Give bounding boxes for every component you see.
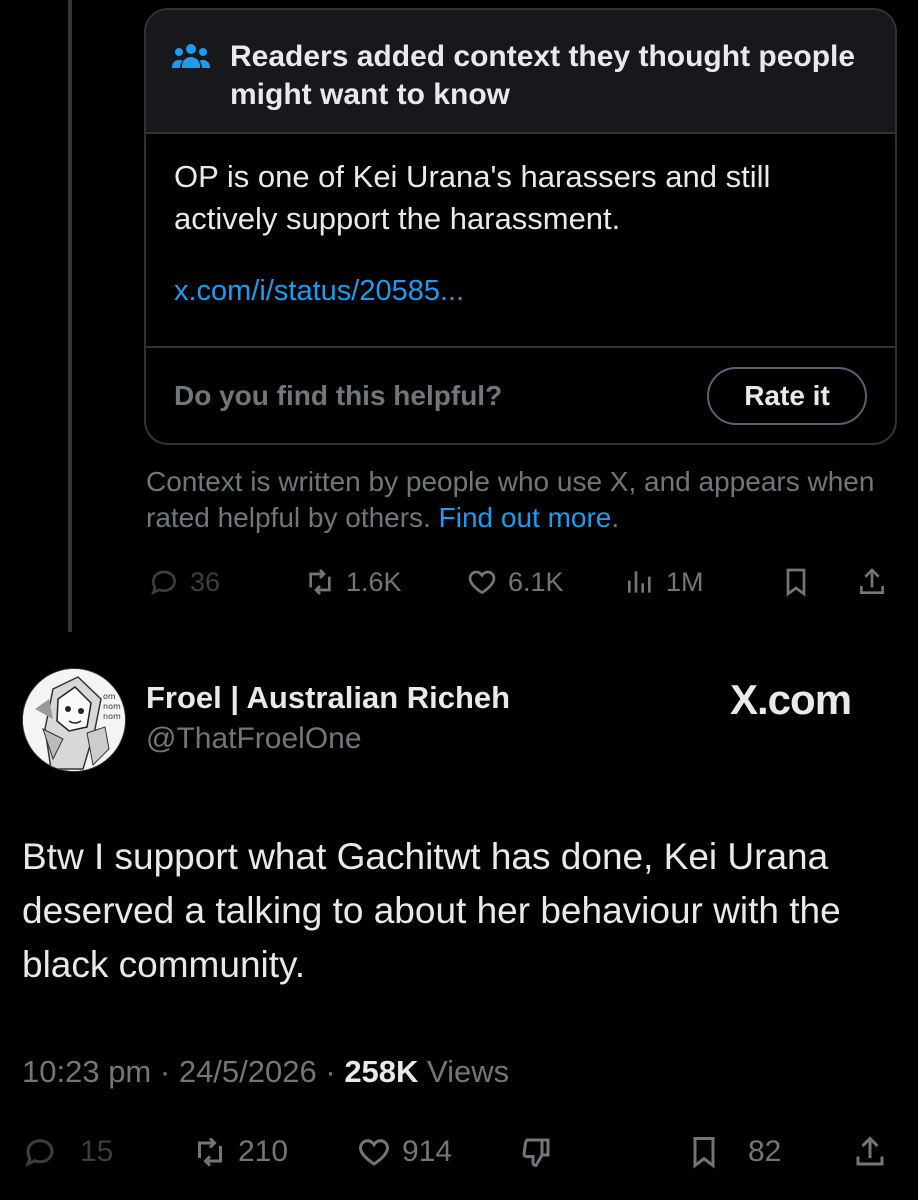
people-icon: [172, 44, 210, 68]
dislike-button[interactable]: [518, 1134, 554, 1170]
avatar-illustration-icon: om nom nom: [23, 669, 125, 771]
repost-count: 210: [238, 1135, 289, 1168]
thumbs-down-icon: [522, 1138, 550, 1168]
share-button[interactable]: [852, 1134, 888, 1170]
bookmark-button[interactable]: [780, 566, 812, 598]
tweet-views-count: 258K: [344, 1054, 419, 1089]
find-out-more-link[interactable]: Find out more: [439, 502, 612, 533]
like-button[interactable]: 914: [356, 1134, 452, 1170]
reply-count: 15: [80, 1135, 114, 1168]
tweet-date[interactable]: 24/5/2026: [179, 1054, 317, 1089]
views-count: 1M: [666, 566, 704, 597]
bookmark-button[interactable]: 82: [686, 1134, 781, 1170]
context-info: Context is written by people who use X, …: [146, 466, 875, 533]
bookmark-icon: [786, 568, 806, 597]
community-note-header: Readers added context they thought peopl…: [146, 10, 895, 134]
like-button[interactable]: 6.1K: [466, 566, 564, 598]
author-name[interactable]: Froel | Australian Richeh: [146, 680, 510, 716]
like-count: 914: [402, 1135, 453, 1168]
reply-icon: [151, 570, 177, 596]
helpful-question: Do you find this helpful?: [174, 380, 503, 411]
rate-it-button[interactable]: Rate it: [707, 367, 867, 425]
reply-button[interactable]: 36: [148, 566, 220, 598]
repost-button[interactable]: 1.6K: [304, 566, 402, 598]
repost-icon: [198, 1137, 222, 1167]
svg-text:nom: nom: [103, 702, 121, 711]
repost-icon: [309, 569, 331, 595]
tweet-meta: 10:23 pm · 24/5/2026 · 258K Views: [22, 1054, 510, 1089]
community-note-body: OP is one of Kei Urana's harassers and s…: [146, 134, 895, 348]
author-handle[interactable]: @ThatFroelOne: [146, 722, 362, 756]
community-note-text: OP is one of Kei Urana's harassers and s…: [174, 159, 771, 236]
repost-button[interactable]: 210: [192, 1134, 288, 1170]
community-note: Readers added context they thought peopl…: [144, 8, 897, 445]
share-icon: [856, 1136, 884, 1166]
like-count: 6.1K: [508, 566, 564, 597]
bookmark-count: 82: [748, 1135, 782, 1168]
tweet-text: Btw I support what Gachitwt has done, Ke…: [22, 836, 841, 985]
tweet-time[interactable]: 10:23 pm: [22, 1054, 151, 1089]
reply-icon: [25, 1139, 54, 1167]
heart-icon: [468, 570, 496, 595]
svg-text:om: om: [103, 692, 116, 701]
community-note-footer: Do you find this helpful? Rate it: [146, 348, 895, 443]
thread-connector-line: [68, 0, 72, 632]
share-button[interactable]: [856, 566, 888, 598]
x-com-watermark: X.com: [730, 676, 852, 723]
community-note-source-link[interactable]: x.com/i/status/20585...: [174, 270, 867, 312]
heart-icon: [359, 1139, 389, 1166]
share-icon: [860, 568, 884, 594]
bookmark-icon: [693, 1137, 715, 1169]
community-note-title: Readers added context they thought peopl…: [230, 40, 856, 111]
svg-text:nom: nom: [103, 712, 121, 721]
avatar[interactable]: om nom nom: [22, 668, 126, 772]
reply-button[interactable]: 15: [22, 1134, 113, 1170]
reply-count: 36: [190, 566, 221, 597]
repost-count: 1.6K: [346, 566, 402, 597]
analytics-icon: [628, 571, 651, 593]
views-button[interactable]: 1M: [624, 566, 704, 598]
tweet-views-label: Views: [418, 1054, 510, 1089]
